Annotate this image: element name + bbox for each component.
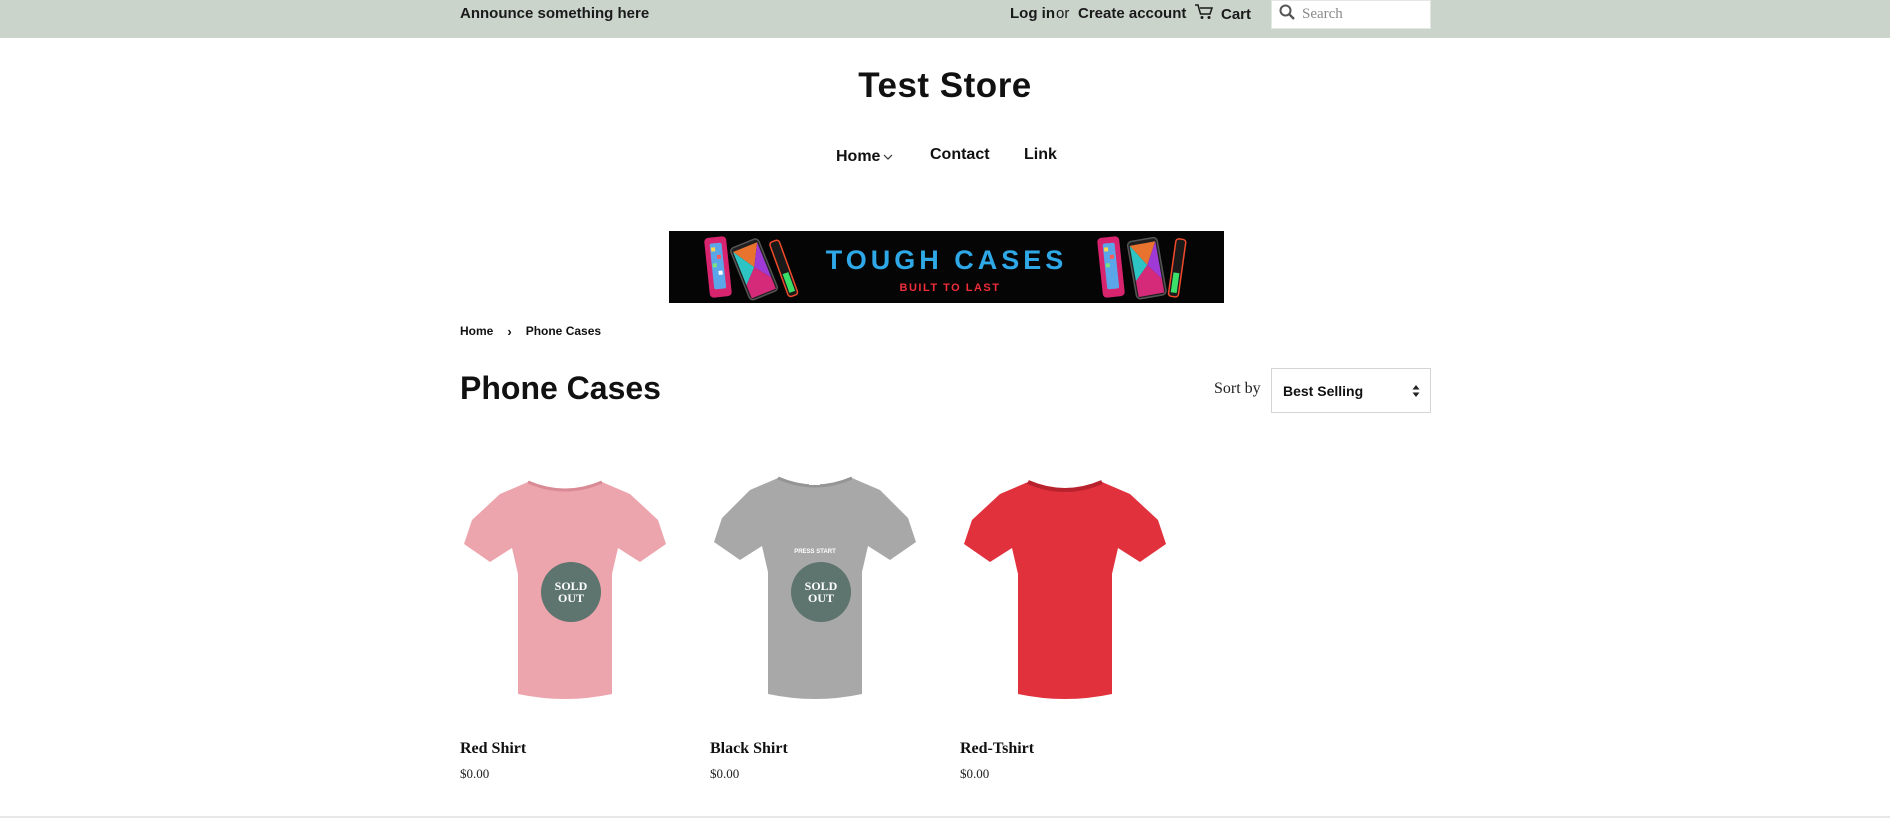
breadcrumb: Home › Phone Cases	[460, 322, 601, 340]
or-separator: or	[1056, 5, 1070, 22]
login-link[interactable]: Log in	[1010, 4, 1055, 24]
chevron-down-icon	[883, 148, 893, 166]
promo-banner[interactable]: TOUGH CASES BUILT TO LAST	[669, 231, 1224, 303]
breadcrumb-home[interactable]: Home	[460, 324, 493, 338]
product-card[interactable]: PRESS START SOLD OUT Black Shirt $0.00	[710, 468, 920, 781]
nav-item-label: Home	[836, 148, 881, 165]
product-card[interactable]: SOLD OUT Red Shirt $0.00	[460, 468, 670, 781]
nav-item-link[interactable]: Link	[1024, 146, 1057, 168]
sort-label: Sort by	[1214, 380, 1261, 397]
product-price: $0.00	[460, 766, 490, 781]
sold-out-label-line2: OUT	[807, 591, 834, 605]
sort-selected-value: Best Selling	[1283, 382, 1364, 399]
product-image[interactable]	[960, 468, 1170, 708]
store-logo[interactable]: Test Store	[0, 66, 1890, 106]
sold-out-label-line2: OUT	[557, 591, 584, 605]
product-title[interactable]: Red Shirt	[460, 740, 526, 758]
cart-label: Cart	[1221, 5, 1252, 23]
sort-select[interactable]: Best Selling	[1271, 368, 1431, 413]
select-arrows-icon	[1412, 384, 1420, 403]
product-image[interactable]: SOLD OUT	[460, 468, 670, 708]
product-price: $0.00	[960, 766, 990, 781]
tshirt-image	[964, 480, 1166, 699]
shirt-print-text: PRESS START	[794, 549, 836, 555]
create-account-link[interactable]: Create account	[1078, 4, 1186, 24]
cart-link[interactable]: Cart	[1194, 2, 1251, 26]
announcement-bar: Announce something here Log in or Create…	[0, 0, 1890, 38]
sold-out-badge: SOLD OUT	[791, 562, 851, 622]
sold-out-badge: SOLD OUT	[541, 562, 601, 622]
product-title[interactable]: Red-Tshirt	[960, 740, 1034, 758]
chevron-right-icon: ›	[507, 323, 512, 339]
product-price: $0.00	[710, 766, 740, 781]
search-box[interactable]	[1271, 0, 1431, 29]
search-input[interactable]	[1302, 2, 1420, 27]
product-card[interactable]: Red-Tshirt $0.00	[960, 468, 1170, 781]
search-icon[interactable]	[1279, 4, 1295, 25]
nav-item-contact[interactable]: Contact	[930, 146, 990, 168]
announcement-text: Announce something here	[460, 5, 650, 22]
product-image[interactable]: PRESS START SOLD OUT	[710, 468, 920, 708]
page-title: Phone Cases	[460, 370, 661, 406]
cart-icon	[1194, 3, 1214, 25]
breadcrumb-current: Phone Cases	[525, 324, 602, 338]
phone-cases-illustration-right	[1097, 236, 1187, 300]
nav-item-home[interactable]: Home	[836, 146, 893, 168]
product-title[interactable]: Black Shirt	[710, 740, 788, 758]
